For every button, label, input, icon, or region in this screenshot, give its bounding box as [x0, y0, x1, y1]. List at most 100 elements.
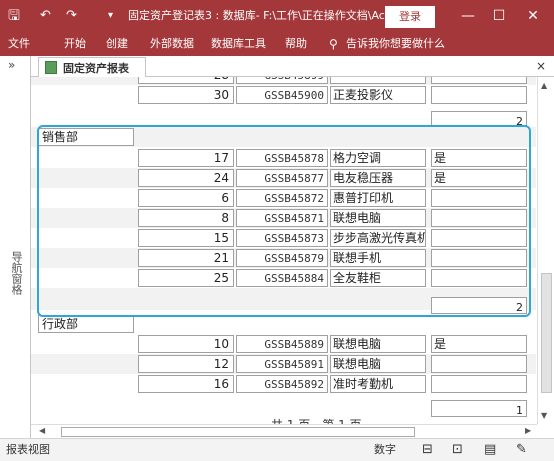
- asset-name: 正麦投影仪: [330, 86, 426, 104]
- login-button[interactable]: 登录: [385, 6, 435, 28]
- asset-code: GSSB45900: [236, 86, 328, 104]
- group-header: 行政部: [31, 314, 536, 334]
- scrapped-flag: 是: [431, 169, 527, 187]
- scroll-down-icon[interactable]: ▼: [541, 411, 547, 420]
- asset-name: 惠普打印机: [330, 189, 426, 207]
- asset-number: 16: [138, 375, 234, 393]
- scrapped-flag: 是: [431, 335, 527, 353]
- scrapped-flag: [431, 269, 527, 287]
- asset-code: GSSB45877: [236, 169, 328, 187]
- report-view-icon[interactable]: ⊟: [422, 439, 433, 460]
- asset-code: GSSB45891: [236, 355, 328, 373]
- tab-help[interactable]: 帮助: [285, 32, 307, 56]
- design-view-icon[interactable]: ✎: [516, 439, 527, 460]
- asset-number: 10: [138, 335, 234, 353]
- window-title: 固定资产登记表3 : 数据库- F:\工作\正在操作文档\Ac...: [128, 9, 396, 22]
- scroll-right-icon[interactable]: ▶: [525, 426, 531, 435]
- asset-code: GSSB45884: [236, 269, 328, 287]
- table-row: 30 GSSB45900 正麦投影仪: [31, 85, 536, 105]
- table-row: 28 GSSB45899: [31, 77, 536, 85]
- tab-create[interactable]: 创建: [106, 32, 128, 56]
- group-count: 2: [431, 111, 527, 128]
- asset-name: 步步高激光传真机: [330, 229, 426, 247]
- scroll-up-icon[interactable]: ▲: [541, 81, 547, 90]
- asset-name: 联想电脑: [330, 209, 426, 227]
- ribbon-tabs: 文件 开始 创建 外部数据 数据库工具 帮助 ⚲ 告诉我你想要做什么: [0, 32, 554, 56]
- table-row: 15 GSSB45873 步步高激光传真机: [31, 228, 536, 248]
- table-row: 8 GSSB45871 联想电脑: [31, 208, 536, 228]
- tell-me-search[interactable]: 告诉我你想要做什么: [346, 32, 445, 56]
- asset-number: 17: [138, 149, 234, 167]
- tab-database-tools[interactable]: 数据库工具: [211, 32, 266, 56]
- asset-name: 全友鞋柜: [330, 269, 426, 287]
- asset-number: 12: [138, 355, 234, 373]
- tab-home[interactable]: 开始: [64, 32, 86, 56]
- asset-name: 联想手机: [330, 249, 426, 267]
- title-bar: 🖫 ↶ ↷ ▾ 固定资产登记表3 : 数据库- F:\工作\正在操作文档\Ac.…: [0, 0, 554, 32]
- report-icon: [45, 61, 57, 74]
- table-row: 24 GSSB45877 电友稳压器 是: [31, 168, 536, 188]
- asset-name: 格力空调: [330, 149, 426, 167]
- asset-name: 电友稳压器: [330, 169, 426, 187]
- asset-code: GSSB45879: [236, 249, 328, 267]
- numlock-indicator: 数字: [374, 443, 396, 456]
- layout-view-icon[interactable]: ▤: [484, 439, 496, 460]
- asset-name: 联想电脑: [330, 335, 426, 353]
- page-footer: 共 1 页，第 1 页: [271, 416, 362, 424]
- close-document-icon[interactable]: ×: [536, 59, 546, 73]
- horizontal-scroll-thumb[interactable]: [61, 427, 415, 437]
- table-row: 17 GSSB45878 格力空调 是: [31, 148, 536, 168]
- asset-number: 24: [138, 169, 234, 187]
- asset-code: GSSB45873: [236, 229, 328, 247]
- asset-code: GSSB45889: [236, 335, 328, 353]
- customize-toolbar-icon[interactable]: ▾: [108, 0, 113, 32]
- tab-external-data[interactable]: 外部数据: [150, 32, 194, 56]
- scroll-left-icon[interactable]: ◀: [39, 426, 45, 435]
- asset-code: GSSB45872: [236, 189, 328, 207]
- undo-icon[interactable]: ↶: [40, 0, 51, 32]
- tab-fixed-asset-report[interactable]: 固定资产报表: [38, 57, 146, 77]
- expand-nav-icon[interactable]: »: [8, 58, 15, 72]
- asset-code: GSSB45899: [236, 77, 328, 84]
- redo-icon[interactable]: ↷: [66, 0, 77, 32]
- navigation-pane[interactable]: » 导航窗格: [0, 56, 31, 438]
- asset-number: 15: [138, 229, 234, 247]
- group-count: 2: [431, 297, 527, 314]
- table-row: 12 GSSB45891 联想电脑: [31, 354, 536, 374]
- save-icon[interactable]: 🖫: [8, 0, 20, 32]
- group-footer: 2: [31, 288, 536, 314]
- asset-name: [330, 77, 426, 84]
- report-body: 28 GSSB45899 30 GSSB45900 正麦投影仪 2 销售部 17…: [31, 77, 536, 424]
- vertical-scroll-thumb[interactable]: [541, 273, 552, 393]
- vertical-scrollbar[interactable]: ▲ ▼: [537, 77, 553, 424]
- table-row: 16 GSSB45892 准时考勤机: [31, 374, 536, 394]
- tab-file[interactable]: 文件: [8, 32, 30, 56]
- close-window-button[interactable]: ✕: [512, 0, 554, 32]
- asset-number: 30: [138, 86, 234, 104]
- lightbulb-search-icon[interactable]: ⚲: [329, 32, 338, 56]
- horizontal-scrollbar[interactable]: ◀ ▶: [31, 424, 537, 438]
- view-mode-label: 报表视图: [6, 443, 50, 456]
- scrapped-flag: [431, 86, 527, 104]
- asset-name: 准时考勤机: [330, 375, 426, 393]
- asset-code: GSSB45871: [236, 209, 328, 227]
- group-count: 1: [431, 400, 527, 417]
- asset-number: 28: [138, 77, 234, 84]
- table-row: 25 GSSB45884 全友鞋柜: [31, 268, 536, 288]
- print-preview-icon[interactable]: ⊡: [452, 439, 463, 460]
- asset-number: 8: [138, 209, 234, 227]
- asset-name: 联想电脑: [330, 355, 426, 373]
- group-header: 销售部: [31, 127, 536, 147]
- department-label: 销售部: [38, 128, 134, 146]
- table-row: 6 GSSB45872 惠普打印机: [31, 188, 536, 208]
- table-row: 21 GSSB45879 联想手机: [31, 248, 536, 268]
- scrapped-flag: [431, 229, 527, 247]
- scrapped-flag: 是: [431, 149, 527, 167]
- nav-pane-label: 导航窗格: [10, 251, 23, 295]
- asset-number: 6: [138, 189, 234, 207]
- table-row: 10 GSSB45889 联想电脑 是: [31, 334, 536, 354]
- department-label: 行政部: [38, 315, 134, 333]
- scrapped-flag: [431, 375, 527, 393]
- asset-number: 21: [138, 249, 234, 267]
- scrapped-flag: [431, 209, 527, 227]
